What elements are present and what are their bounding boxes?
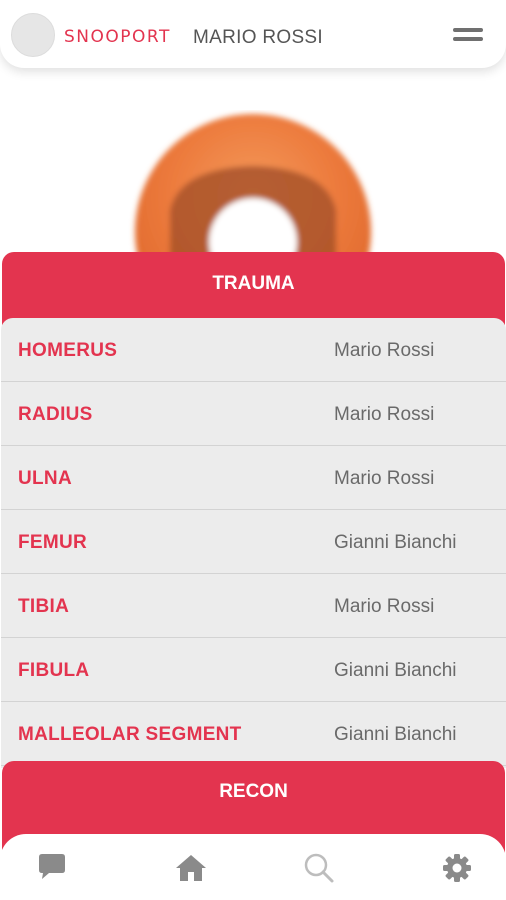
- search-icon[interactable]: [302, 852, 336, 884]
- list-item[interactable]: TIBIA Mario Rossi: [1, 574, 506, 638]
- gear-icon-glyph: [443, 854, 471, 882]
- bottom-nav: [0, 834, 506, 900]
- hamburger-menu-icon[interactable]: [451, 26, 485, 46]
- chat-icon-glyph: [39, 854, 65, 879]
- home-icon-glyph: [176, 855, 206, 881]
- donut-illustration: [135, 114, 371, 270]
- list-item[interactable]: ULNA Mario Rossi: [1, 446, 506, 510]
- item-person: Gianni Bianchi: [334, 532, 457, 553]
- recon-title: RECON: [219, 781, 288, 802]
- trauma-title: TRAUMA: [212, 273, 295, 294]
- item-person: Mario Rossi: [334, 404, 435, 425]
- brand-logo: SNOOPORT: [64, 27, 171, 47]
- list-item[interactable]: HOMERUS Mario Rossi: [1, 318, 506, 382]
- item-person: Gianni Bianchi: [334, 660, 457, 681]
- app-header: SNOOPORT MARIO ROSSI: [0, 0, 506, 68]
- list-item[interactable]: RADIUS Mario Rossi: [1, 382, 506, 446]
- search-icon-glyph: [304, 853, 334, 883]
- list-item[interactable]: FEMUR Gianni Bianchi: [1, 510, 506, 574]
- item-person: Mario Rossi: [334, 596, 435, 617]
- home-icon[interactable]: [174, 852, 208, 884]
- item-name: HOMERUS: [18, 340, 118, 361]
- list-item[interactable]: MALLEOLAR SEGMENT Gianni Bianchi: [1, 702, 506, 766]
- item-name: ULNA: [18, 468, 72, 489]
- item-name: RADIUS: [18, 404, 93, 425]
- trauma-list: HOMERUS Mario Rossi RADIUS Mario Rossi U…: [1, 318, 506, 768]
- hero-graphic: [120, 110, 390, 270]
- list-item[interactable]: FIBULA Gianni Bianchi: [1, 638, 506, 702]
- item-name: MALLEOLAR SEGMENT: [18, 724, 242, 745]
- item-person: Gianni Bianchi: [334, 724, 457, 745]
- menu-bar: [453, 28, 483, 32]
- item-name: TIBIA: [18, 596, 70, 617]
- item-person: Mario Rossi: [334, 340, 435, 361]
- gear-icon[interactable]: [440, 852, 474, 884]
- menu-bar: [453, 37, 483, 41]
- user-name: MARIO ROSSI: [193, 27, 323, 48]
- chat-icon[interactable]: [35, 852, 69, 884]
- avatar[interactable]: [11, 13, 55, 57]
- item-person: Mario Rossi: [334, 468, 435, 489]
- item-name: FIBULA: [18, 660, 90, 681]
- item-name: FEMUR: [18, 532, 88, 553]
